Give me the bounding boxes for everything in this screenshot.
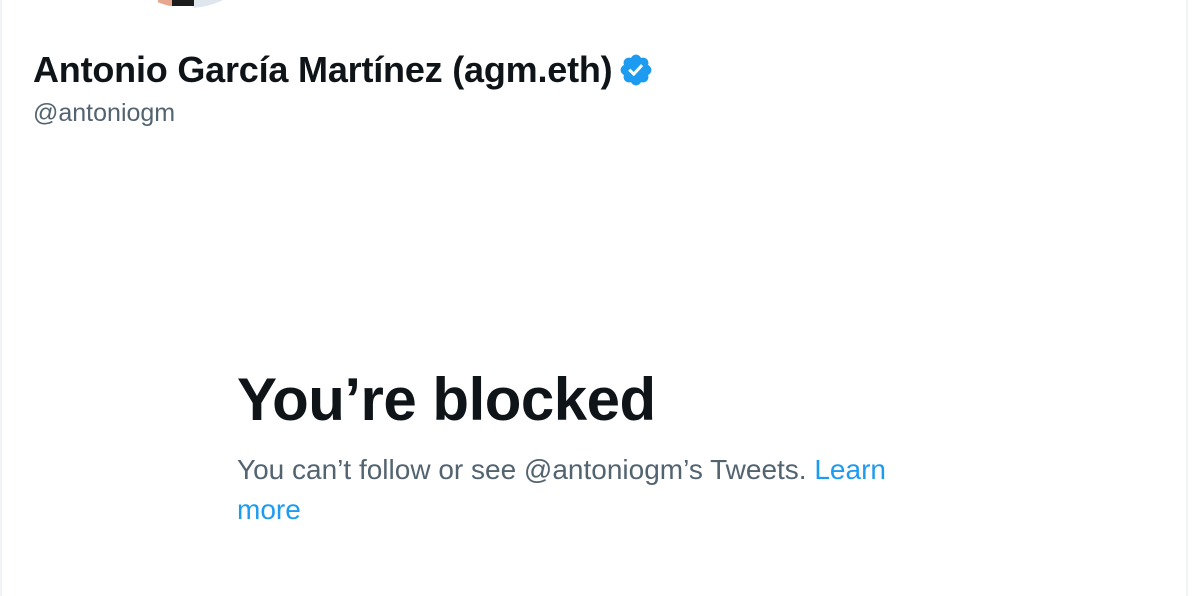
profile-handle: @antoniogm [33, 99, 176, 127]
display-name: Antonio García Martínez (agm.eth) [33, 49, 613, 90]
blocked-message-container: You can’t follow or see @antoniogm’s Twe… [237, 450, 937, 530]
avatar-photo-part [194, 0, 242, 8]
verified-badge-icon[interactable] [618, 52, 654, 88]
blocked-notice: You’re blocked You can’t follow or see @… [237, 362, 957, 530]
verified-badge-icon [621, 54, 652, 86]
profile-header: Antonio García Martínez (agm.eth) @anton… [33, 46, 654, 130]
profile-page: Antonio García Martínez (agm.eth) @anton… [0, 0, 1200, 596]
avatar-photo-part [172, 0, 194, 6]
avatar-photo-part [158, 0, 172, 6]
right-border [1186, 0, 1188, 596]
blocked-title: You’re blocked [237, 366, 656, 433]
blocked-message: You can’t follow or see @antoniogm’s Twe… [237, 454, 807, 485]
avatar[interactable] [118, 0, 258, 8]
left-border [0, 0, 2, 596]
name-row: Antonio García Martínez (agm.eth) [33, 46, 654, 94]
